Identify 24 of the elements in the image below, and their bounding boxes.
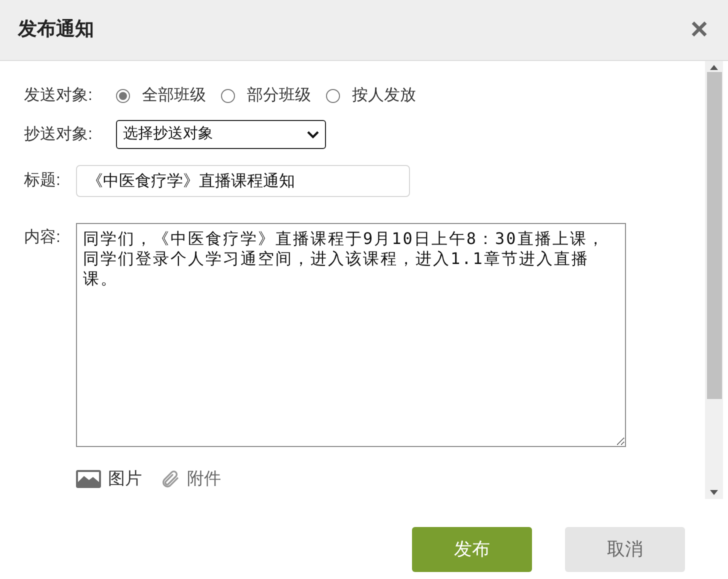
radio-label: 全部班级 [142,86,206,106]
scroll-down-icon[interactable] [710,490,718,495]
content-field[interactable]: 同学们，《中医食疗学》直播课程于9月10日上午8：30直播上课，同学们登录个人学习通空间，进入该课程，进入1.1章节进入直播课。 [76,223,626,447]
radio-button[interactable] [326,89,340,103]
chevron-down-icon [307,130,319,138]
field-label: 标题: [24,171,62,191]
field-label: 内容: [24,228,62,248]
radio-label: 部分班级 [247,86,311,106]
field-label: 抄送对象: [24,124,94,144]
dialog-title: 发布通知 [18,18,94,42]
paperclip-icon [160,468,180,489]
radio-label: 按人发放 [352,86,416,106]
scrollbar[interactable] [705,61,723,499]
radio-button[interactable] [221,89,235,103]
field-label: 发送对象: [24,86,94,106]
image-icon [76,470,101,488]
cc-select[interactable]: 选择抄送对象 [116,120,326,149]
image-upload-button[interactable]: 图片 [76,466,142,492]
subject-field[interactable]: 《中医食疗学》直播课程通知 [76,165,410,197]
cancel-button[interactable]: 取消 [565,527,685,572]
scroll-up-icon[interactable] [710,65,718,70]
attachment-button[interactable]: 附件 [160,466,221,492]
close-button[interactable]: × [690,15,708,45]
radio-button[interactable] [116,89,130,103]
